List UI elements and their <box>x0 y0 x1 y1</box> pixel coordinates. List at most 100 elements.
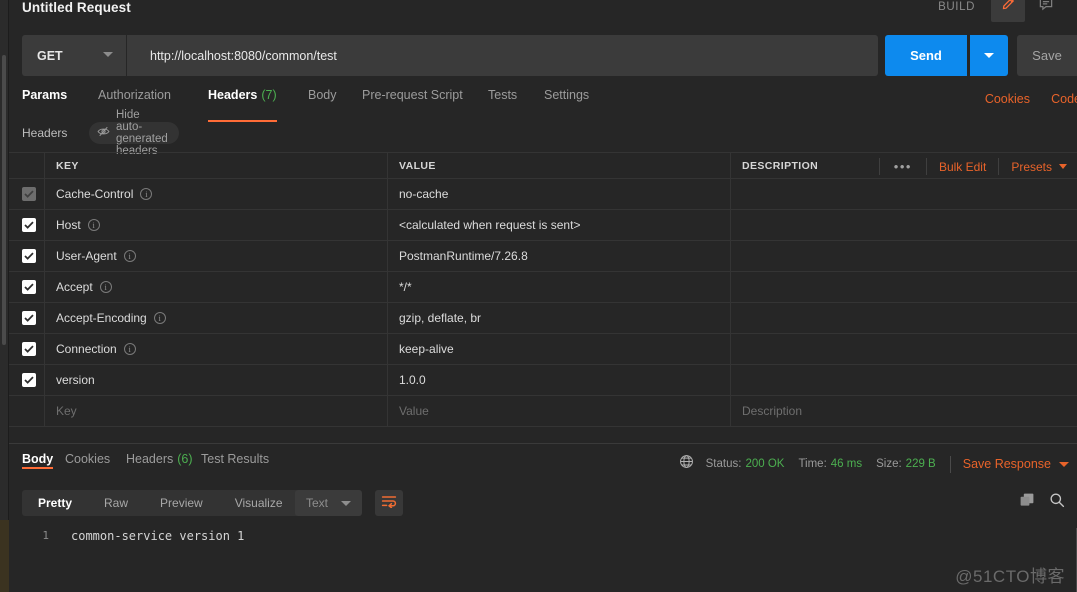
tab-body[interactable]: Body <box>308 88 337 118</box>
send-button[interactable]: Send <box>885 35 967 76</box>
left-rail-accent <box>0 520 9 592</box>
tab-params[interactable]: Params <box>22 88 67 118</box>
info-icon[interactable]: i <box>123 343 136 355</box>
row-select-cell <box>9 334 45 364</box>
table-header-row: KEY VALUE DESCRIPTION ••• Bulk Edit Pres… <box>9 152 1077 179</box>
info-icon[interactable]: i <box>99 281 112 293</box>
viewer-tab-visualize[interactable]: Visualize <box>219 490 299 516</box>
save-button[interactable]: Save <box>1017 35 1077 76</box>
column-header-description: DESCRIPTION <box>742 159 819 172</box>
row-value-cell[interactable]: keep-alive <box>388 334 731 364</box>
row-description-cell[interactable] <box>731 179 1077 209</box>
comments-button[interactable] <box>1029 0 1063 22</box>
build-label: BUILD <box>938 1 975 13</box>
row-value-cell[interactable]: PostmanRuntime/7.26.8 <box>388 241 731 271</box>
row-key-cell[interactable]: Host i <box>45 210 388 240</box>
new-key-input[interactable]: Key <box>45 396 388 426</box>
row-key-cell[interactable]: Accept-Encoding i <box>45 303 388 333</box>
row-description-cell[interactable] <box>731 272 1077 302</box>
response-divider[interactable] <box>9 443 1077 444</box>
viewer-tab-raw[interactable]: Raw <box>88 490 144 516</box>
column-header-key: KEY <box>56 159 79 172</box>
info-icon[interactable]: i <box>123 250 136 262</box>
row-value-cell[interactable]: gzip, deflate, br <box>388 303 731 333</box>
new-value-input[interactable]: Value <box>388 396 731 426</box>
viewer-tab-pretty[interactable]: Pretty <box>22 490 88 516</box>
row-description-cell[interactable] <box>731 334 1077 364</box>
row-checkbox[interactable] <box>22 280 36 294</box>
row-key-text: Accept <box>56 280 93 294</box>
response-tab-body[interactable]: Body <box>22 452 54 469</box>
method-label: GET <box>37 48 63 63</box>
row-checkbox[interactable] <box>22 218 36 232</box>
row-select-cell <box>9 365 45 395</box>
response-format-select[interactable]: Text <box>295 490 362 516</box>
response-tab-headers[interactable]: Headers (6) <box>126 452 193 466</box>
method-select[interactable]: GET <box>22 35 126 76</box>
viewer-tab-preview[interactable]: Preview <box>144 490 219 516</box>
code-line: 1 common-service version 1 <box>9 529 244 543</box>
headers-table: KEY VALUE DESCRIPTION ••• Bulk Edit Pres… <box>9 152 1077 427</box>
cookies-link[interactable]: Cookies <box>985 92 1030 106</box>
table-row: Host i <calculated when request is sent> <box>9 210 1077 241</box>
response-body-viewer[interactable]: 1 common-service version 1 <box>9 524 1077 592</box>
row-checkbox[interactable] <box>22 187 36 201</box>
sidebar-scrollbar-thumb[interactable] <box>2 55 6 345</box>
response-viewer-tabs: Pretty Raw Preview Visualize <box>22 490 299 516</box>
info-icon[interactable]: i <box>153 312 166 324</box>
row-select-cell <box>9 396 45 426</box>
row-key-cell[interactable]: Connection i <box>45 334 388 364</box>
pencil-icon <box>1001 0 1016 16</box>
presets-button[interactable]: Presets <box>999 160 1077 174</box>
response-status-bar: Status: 200 OK Time: 46 ms Size: 229 B S… <box>679 454 1069 474</box>
info-icon[interactable]: i <box>87 219 100 231</box>
row-checkbox[interactable] <box>22 373 36 387</box>
tab-headers[interactable]: Headers (7) <box>208 88 277 122</box>
row-checkbox[interactable] <box>22 311 36 325</box>
row-description-cell[interactable] <box>731 241 1077 271</box>
code-link[interactable]: Code <box>1051 92 1077 106</box>
row-value-text: gzip, deflate, br <box>399 311 482 325</box>
row-checkbox[interactable] <box>22 342 36 356</box>
row-value-cell[interactable]: <calculated when request is sent> <box>388 210 731 240</box>
copy-button[interactable] <box>1019 492 1035 513</box>
info-icon[interactable]: i <box>140 188 153 200</box>
status-value: 200 OK <box>745 458 785 470</box>
left-rail <box>0 0 9 592</box>
save-response-button[interactable]: Save Response <box>963 457 1069 471</box>
header-cell-key: KEY <box>45 153 388 178</box>
word-wrap-button[interactable] <box>375 490 403 516</box>
edit-mode-button[interactable] <box>991 0 1025 22</box>
row-select-cell <box>9 241 45 271</box>
tab-tests[interactable]: Tests <box>488 88 517 118</box>
row-select-cell <box>9 179 45 209</box>
row-key-cell[interactable]: User-Agent i <box>45 241 388 271</box>
row-key-text: User-Agent <box>56 249 117 263</box>
hide-auto-generated-headers-button[interactable]: Hide auto-generated headers <box>89 109 179 157</box>
table-row: Connection i keep-alive <box>9 334 1077 365</box>
tab-label: Params <box>22 88 68 102</box>
row-description-cell[interactable] <box>731 210 1077 240</box>
row-value-cell[interactable]: */* <box>388 272 731 302</box>
row-checkbox[interactable] <box>22 249 36 263</box>
table-row: Accept-Encoding i gzip, deflate, br <box>9 303 1077 334</box>
row-value-cell[interactable]: no-cache <box>388 179 731 209</box>
response-tab-test-results[interactable]: Test Results <box>201 452 269 466</box>
postman-window: Untitled Request BUILD GET http://localh… <box>0 0 1077 592</box>
search-button[interactable] <box>1049 492 1065 513</box>
tab-pre-request-script[interactable]: Pre-request Script <box>362 88 463 118</box>
more-options-button[interactable]: ••• <box>880 160 926 173</box>
row-key-cell[interactable]: Cache-Control i <box>45 179 388 209</box>
response-tab-cookies[interactable]: Cookies <box>65 452 110 466</box>
tab-settings[interactable]: Settings <box>544 88 589 118</box>
send-options-button[interactable] <box>970 35 1008 76</box>
bulk-edit-button[interactable]: Bulk Edit <box>927 160 998 174</box>
url-input[interactable]: http://localhost:8080/common/test <box>127 35 878 76</box>
row-key-cell[interactable]: version <box>45 365 388 395</box>
new-description-input[interactable]: Description <box>731 396 1077 426</box>
row-key-cell[interactable]: Accept i <box>45 272 388 302</box>
row-description-cell[interactable] <box>731 303 1077 333</box>
row-description-cell[interactable] <box>731 365 1077 395</box>
row-value-text: */* <box>399 280 412 294</box>
row-value-cell[interactable]: 1.0.0 <box>388 365 731 395</box>
